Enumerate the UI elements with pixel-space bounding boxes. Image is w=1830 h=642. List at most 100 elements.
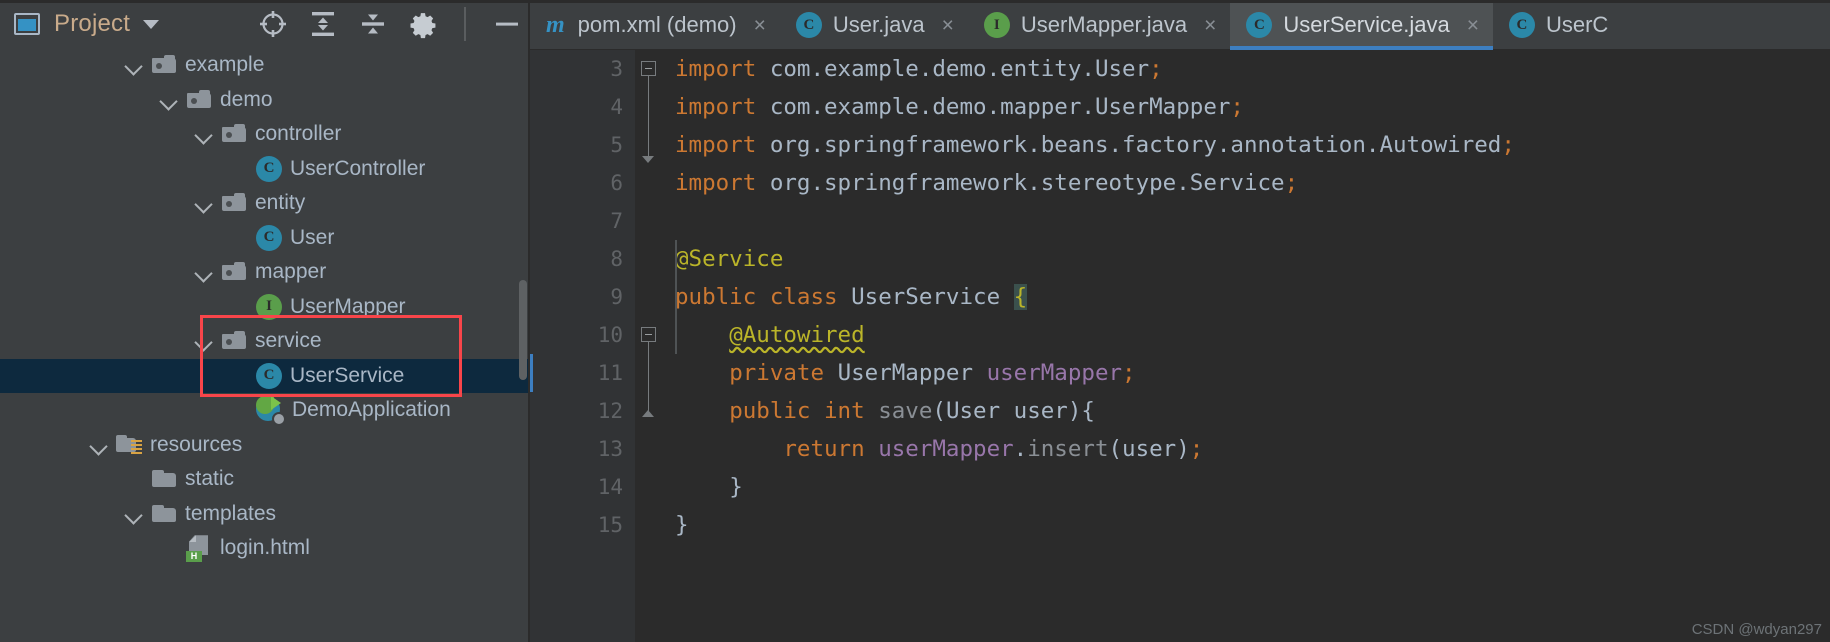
tree-item-entity[interactable]: entity xyxy=(0,186,530,221)
java-interface-icon: I xyxy=(984,12,1010,38)
fold-region-end-icon xyxy=(642,410,654,417)
project-tree[interactable]: exampledemocontrollerCUserControllerenti… xyxy=(0,48,530,566)
close-tab-icon[interactable]: × xyxy=(1467,15,1479,36)
tree-spacer xyxy=(228,399,250,421)
code-line: import org.springframework.stereotype.Se… xyxy=(675,164,1830,202)
java-class-icon: C xyxy=(256,225,282,251)
code-line: import com.example.demo.mapper.UserMappe… xyxy=(675,88,1830,126)
java-class-icon: C xyxy=(256,363,282,389)
tree-item-templates[interactable]: templates xyxy=(0,497,530,532)
tree-item-demoapplication[interactable]: DemoApplication xyxy=(0,393,530,428)
tree-spacer xyxy=(228,158,250,180)
tree-item-mapper[interactable]: mapper xyxy=(0,255,530,290)
line-number: 4 xyxy=(530,88,635,126)
code-line: } xyxy=(675,468,1830,506)
collapse-all-icon[interactable] xyxy=(358,9,388,39)
close-tab-icon[interactable]: × xyxy=(1204,15,1216,36)
editor-tab-userc[interactable]: C UserC xyxy=(1493,0,1622,50)
tree-item-label: resources xyxy=(150,433,242,457)
chevron-down-icon[interactable] xyxy=(158,89,180,111)
folder-icon xyxy=(151,466,177,492)
resources-folder-icon xyxy=(116,432,142,458)
editor-area: mpom.xml (demo)×CUser.java×IUserMapper.j… xyxy=(530,0,1830,642)
tree-item-login-html[interactable]: Hlogin.html xyxy=(0,531,530,566)
tree-item-label: demo xyxy=(220,88,273,112)
tree-item-label: UserController xyxy=(290,157,425,181)
html-file-icon: H xyxy=(186,534,212,562)
select-opened-file-icon[interactable] xyxy=(258,9,288,39)
caret-line-marker xyxy=(530,354,533,392)
line-number: 11 xyxy=(530,354,635,392)
tree-item-label: example xyxy=(185,53,264,77)
code-line xyxy=(675,202,1830,240)
chevron-down-icon[interactable] xyxy=(143,20,159,29)
tree-item-userservice[interactable]: C UserService xyxy=(0,359,530,394)
tree-item-example[interactable]: example xyxy=(0,48,530,83)
editor-tab-user-java[interactable]: C User.java × xyxy=(780,0,968,50)
java-class-icon: C xyxy=(1509,12,1535,38)
editor-tab-bar: mpom.xml (demo)×CUser.java×IUserMapper.j… xyxy=(530,0,1830,50)
window-top-edge xyxy=(0,0,1830,3)
tree-item-static[interactable]: static xyxy=(0,462,530,497)
package-folder-icon xyxy=(221,121,247,147)
editor-tab-userservice-java[interactable]: CUserService.java× xyxy=(1230,0,1493,50)
idea-window: Project xyxy=(0,0,1830,642)
chevron-down-icon[interactable] xyxy=(193,330,215,352)
tool-window-title: Project xyxy=(54,10,130,38)
tree-item-resources[interactable]: resources xyxy=(0,428,530,463)
close-tab-icon[interactable]: × xyxy=(942,15,954,36)
fold-collapse-icon[interactable] xyxy=(641,327,656,342)
code-line: @Autowired xyxy=(675,316,1830,354)
tab-label: UserC xyxy=(1546,12,1608,38)
maven-icon: m xyxy=(546,12,567,39)
line-number-gutter[interactable]: 3456789101112131415 xyxy=(530,50,635,642)
fold-region-line xyxy=(648,342,650,412)
tree-spacer xyxy=(158,537,180,559)
code-line: public class UserService { xyxy=(675,278,1830,316)
tree-spacer xyxy=(228,227,250,249)
line-number: 6 xyxy=(530,164,635,202)
line-number: 13 xyxy=(530,430,635,468)
sidebar-scrollbar[interactable] xyxy=(519,280,527,380)
chevron-down-icon[interactable] xyxy=(193,192,215,214)
chevron-down-icon[interactable] xyxy=(123,503,145,525)
code-content[interactable]: import com.example.demo.entity.User;impo… xyxy=(663,50,1830,642)
line-number: 7 xyxy=(530,202,635,240)
tree-item-usercontroller[interactable]: CUserController xyxy=(0,152,530,187)
fold-collapse-icon[interactable] xyxy=(641,61,656,76)
code-folding-strip[interactable] xyxy=(635,50,663,642)
tree-item-service[interactable]: service xyxy=(0,324,530,359)
tab-label: UserService.java xyxy=(1283,12,1449,38)
tree-spacer xyxy=(228,365,250,387)
close-tab-icon[interactable]: × xyxy=(754,15,766,36)
editor-tab-usermapper-java[interactable]: IUserMapper.java× xyxy=(968,0,1231,50)
chevron-down-icon[interactable] xyxy=(123,54,145,76)
code-line: import com.example.demo.entity.User; xyxy=(675,50,1830,88)
tree-item-label: service xyxy=(255,329,322,353)
tree-item-demo[interactable]: demo xyxy=(0,83,530,118)
code-line: public int save(User user){ xyxy=(675,392,1830,430)
editor-body: 3456789101112131415 import com.example.d… xyxy=(530,50,1830,642)
package-folder-icon xyxy=(186,87,212,113)
tree-item-usermapper[interactable]: IUserMapper xyxy=(0,290,530,325)
toolbar-divider xyxy=(464,7,466,41)
tree-item-controller[interactable]: controller xyxy=(0,117,530,152)
tab-label: pom.xml (demo) xyxy=(578,12,737,38)
project-toolbar: Project xyxy=(0,0,530,48)
package-folder-icon xyxy=(221,328,247,354)
java-class-icon: C xyxy=(796,12,822,38)
hide-minimize-icon[interactable] xyxy=(492,9,522,39)
tree-item-label: static xyxy=(185,467,234,491)
tab-label: User.java xyxy=(833,12,925,38)
tree-spacer xyxy=(228,296,250,318)
tree-item-label: mapper xyxy=(255,260,326,284)
tree-item-user[interactable]: CUser xyxy=(0,221,530,256)
chevron-down-icon[interactable] xyxy=(88,434,110,456)
chevron-down-icon[interactable] xyxy=(193,261,215,283)
indent-guide xyxy=(675,240,677,354)
chevron-down-icon[interactable] xyxy=(193,123,215,145)
editor-tab-pom-xml-demo-[interactable]: m pom.xml (demo) × xyxy=(530,0,780,50)
settings-gear-icon[interactable] xyxy=(408,9,438,39)
expand-all-icon[interactable] xyxy=(308,9,338,39)
tree-item-label: UserService xyxy=(290,364,404,388)
